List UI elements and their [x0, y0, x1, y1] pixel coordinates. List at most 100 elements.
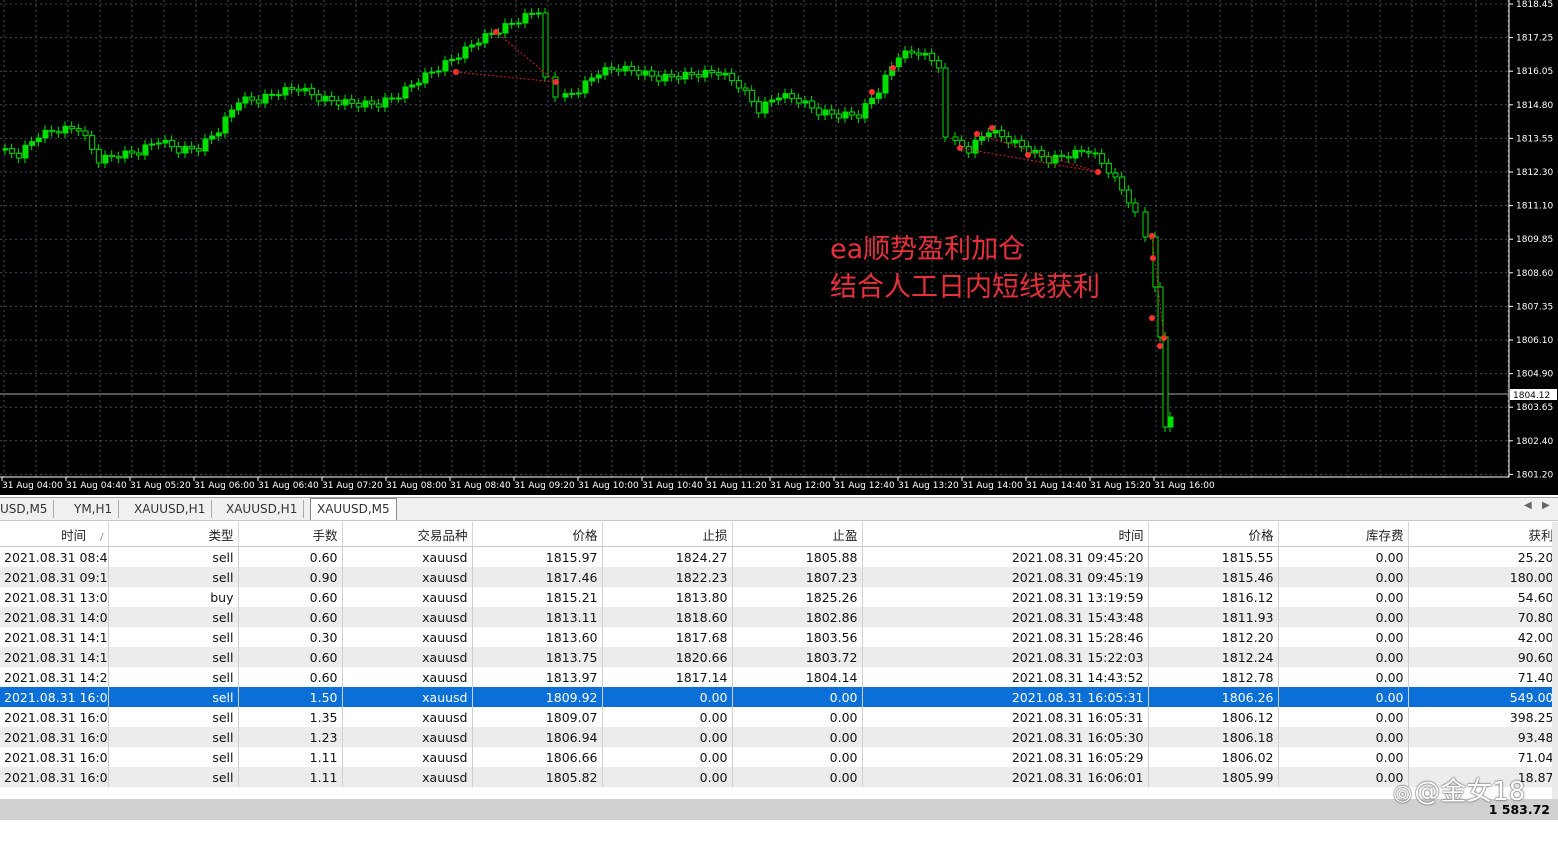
table-row[interactable]: 2021.08.31 14:23:25sell0.60xauusd1813.97…: [0, 667, 1558, 687]
col-profit[interactable]: 获利: [1408, 522, 1558, 547]
y-tick-label: 1807.35: [1516, 302, 1553, 312]
candle-body: [475, 42, 482, 46]
candle-body: [849, 111, 856, 116]
annotation-line-1: ea顺势盈利加仓: [830, 234, 1026, 265]
col-symbol[interactable]: 交易品种: [342, 522, 473, 547]
candle-body: [915, 52, 922, 56]
trade-marker: [1149, 315, 1155, 321]
col-type[interactable]: 类型: [108, 522, 239, 547]
candle-body: [322, 95, 329, 102]
y-tick-label: 1802.40: [1516, 437, 1553, 447]
x-tick-label: 31 Aug 14:00: [962, 481, 1023, 491]
col-stop-loss[interactable]: 止损: [602, 522, 733, 547]
table-cell: 1815.46: [1148, 567, 1279, 587]
table-scrollbar[interactable]: [1552, 522, 1558, 799]
tab-scroll-left-icon[interactable]: ◀: [1524, 500, 1532, 511]
col-swap[interactable]: 库存费: [1278, 522, 1409, 547]
table-cell: 1813.75: [472, 647, 603, 667]
candle-body: [229, 109, 236, 118]
table-cell: 1.11: [238, 767, 343, 787]
table-cell: 1817.14: [602, 667, 733, 687]
table-cell: sell: [108, 767, 239, 787]
table-cell: 2021.08.31 16:05:30: [0, 767, 109, 787]
col-close-price[interactable]: 价格: [1148, 522, 1279, 547]
table-cell: xauusd: [342, 707, 473, 727]
tab-xauusd-h1-2[interactable]: XAUUSD,H1: [220, 500, 305, 518]
table-cell: 42.00: [1408, 627, 1558, 647]
y-tick-label: 1801.20: [1516, 470, 1553, 480]
candle-body: [735, 80, 742, 89]
candle-body: [422, 72, 429, 84]
table-row[interactable]: 2021.08.31 16:01:07sell1.50xauusd1809.92…: [0, 687, 1558, 707]
candle-body: [109, 154, 116, 158]
tab-scroll-right-icon[interactable]: ▶: [1542, 500, 1550, 511]
y-tick-label: 1813.55: [1516, 134, 1553, 144]
col-open-price[interactable]: 价格: [472, 522, 603, 547]
candle-body: [1092, 152, 1099, 155]
table-cell: 25.20: [1408, 546, 1558, 567]
tab-ym-h1[interactable]: YM,H1: [68, 500, 120, 518]
trade-link-line: [455, 71, 557, 83]
x-tick-label: 31 Aug 16:00: [1154, 481, 1215, 491]
candle-body: [985, 132, 992, 138]
candle-body: [929, 52, 936, 62]
candle-body: [702, 69, 709, 78]
table-row[interactable]: 2021.08.31 16:04:23sell1.11xauusd1806.66…: [0, 747, 1558, 767]
x-tick-label: 31 Aug 11:20: [706, 481, 767, 491]
table-row[interactable]: 2021.08.31 14:10:15sell0.30xauusd1813.60…: [0, 627, 1558, 647]
candle-body: [682, 71, 689, 80]
price-chart[interactable]: 1818.45 1817.25 1816.05 1814.80 1813.55 1812.…: [0, 0, 1558, 495]
table-cell: 0.00: [602, 687, 733, 707]
table-row[interactable]: 2021.08.31 16:05:30sell1.11xauusd1805.82…: [0, 767, 1558, 787]
table-row[interactable]: 2021.08.31 09:10:09sell0.90xauusd1817.46…: [0, 567, 1558, 587]
tab-xauusd-h1[interactable]: XAUUSD,H1: [128, 500, 213, 518]
table-row[interactable]: 2021.08.31 14:14:08sell0.60xauusd1813.75…: [0, 647, 1558, 667]
table-cell: 2021.08.31 13:19:59: [862, 587, 1149, 607]
table-row[interactable]: 2021.08.31 13:05:53buy0.60xauusd1815.211…: [0, 587, 1558, 607]
table-cell: 1816.12: [1148, 587, 1279, 607]
table-cell: 1822.23: [602, 567, 733, 587]
table-cell: 2021.08.31 15:22:03: [862, 647, 1149, 667]
tab-usd-m5[interactable]: USD,M5: [0, 500, 55, 518]
candle-body: [202, 138, 209, 152]
table-cell: 1813.11: [472, 607, 603, 627]
candle-body: [1132, 202, 1139, 213]
table-row[interactable]: 2021.08.31 16:02:09sell1.35xauusd1809.07…: [0, 707, 1558, 727]
candle-body: [742, 87, 749, 91]
candle-body: [329, 95, 336, 102]
weibo-logo-icon: ◎: [1393, 781, 1413, 806]
candle-body: [802, 100, 809, 104]
candle-body: [515, 22, 522, 25]
candle-body: [1039, 149, 1046, 158]
candle-body: [615, 68, 622, 72]
candle-body: [35, 137, 42, 143]
table-cell: sell: [108, 727, 239, 747]
table-cell: xauusd: [342, 667, 473, 687]
candle-body: [809, 100, 816, 109]
table-cell: 1813.80: [602, 587, 733, 607]
table-cell: 0.00: [602, 707, 733, 727]
table-row[interactable]: 2021.08.31 14:02:13sell0.60xauusd1813.11…: [0, 607, 1558, 627]
col-lots[interactable]: 手数: [238, 522, 343, 547]
candle-body: [669, 73, 676, 78]
col-close-time[interactable]: 时间: [862, 522, 1149, 547]
table-row[interactable]: 2021.08.31 16:03:59sell1.23xauusd1806.94…: [0, 727, 1558, 747]
candle-body: [389, 97, 396, 100]
candle-body: [249, 96, 256, 101]
table-cell: 1811.93: [1148, 607, 1279, 627]
col-take-profit[interactable]: 止盈: [732, 522, 863, 547]
table-row[interactable]: 2021.08.31 08:46:27sell0.60xauusd1815.97…: [0, 546, 1558, 567]
table-cell: 1809.92: [472, 687, 603, 707]
x-tick-label: 31 Aug 08:00: [386, 481, 447, 491]
tab-xauusd-m5[interactable]: XAUUSD,M5: [310, 498, 397, 520]
col-open-time[interactable]: 时间 /: [0, 522, 109, 547]
table-cell: 2021.08.31 16:03:59: [0, 727, 109, 747]
table-cell: 0.60: [238, 587, 343, 607]
y-tick-label: 1811.10: [1516, 202, 1553, 212]
candle-body: [662, 73, 669, 82]
table-cell: 549.00: [1408, 687, 1558, 707]
candle-body: [135, 152, 142, 156]
x-tick-label: 31 Aug 09:20: [514, 481, 575, 491]
candle-body: [782, 93, 789, 99]
candle-body: [835, 113, 842, 119]
